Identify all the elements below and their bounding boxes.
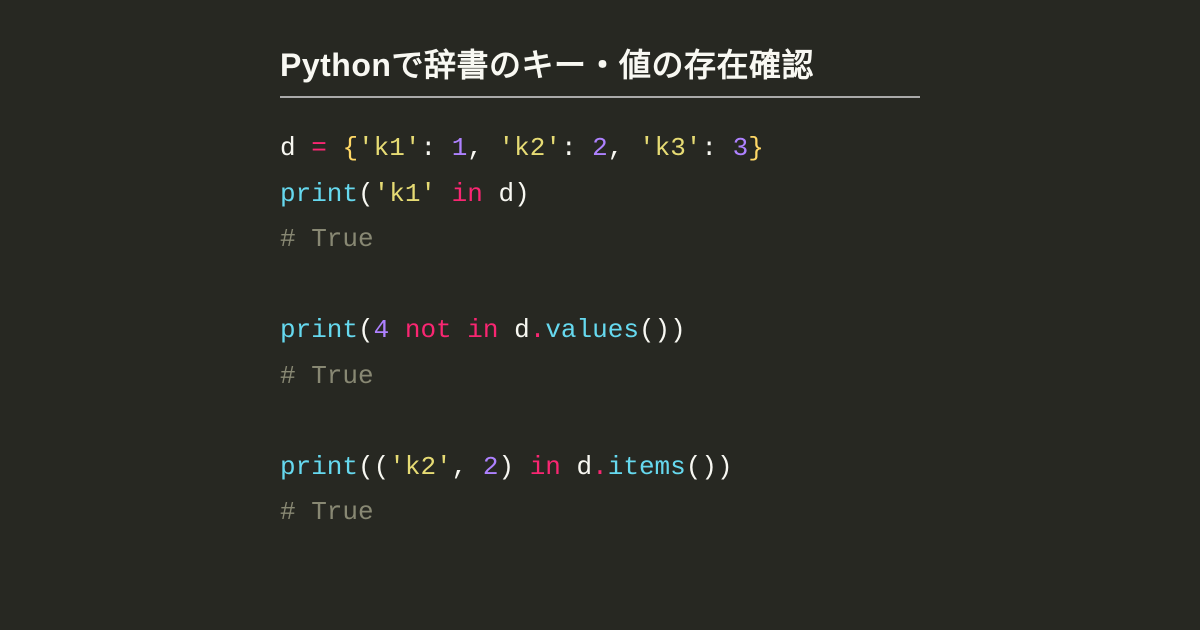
code-token: { (342, 133, 358, 163)
code-token: 'k3' (639, 133, 701, 163)
content-container: Pythonで辞書のキー・値の存在確認 d = {'k1': 1, 'k2': … (0, 0, 1200, 536)
code-token: 2 (483, 452, 499, 482)
code-token: ( (358, 179, 374, 209)
code-token: in (452, 179, 483, 209)
code-token: d) (483, 179, 530, 209)
code-token: 'k2' (389, 452, 451, 482)
code-token: ( (358, 315, 374, 345)
code-token: ) (498, 452, 529, 482)
code-token: d (561, 452, 592, 482)
code-token: ()) (686, 452, 733, 482)
code-token: d (498, 315, 529, 345)
code-token: : (420, 133, 451, 163)
code-token: 'k1' (374, 179, 436, 209)
code-token: , (452, 452, 483, 482)
code-token: values (545, 315, 639, 345)
code-token: ()) (639, 315, 686, 345)
code-token: , (608, 133, 639, 163)
code-token: # True (280, 224, 374, 254)
code-token: . (530, 315, 546, 345)
code-token: # True (280, 497, 374, 527)
code-token (436, 179, 452, 209)
code-token: d (280, 133, 311, 163)
code-token (389, 315, 405, 345)
code-token (452, 315, 468, 345)
code-token: 4 (374, 315, 390, 345)
code-token: 'k2' (499, 133, 561, 163)
code-token (327, 133, 343, 163)
page-title: Pythonで辞書のキー・値の存在確認 (280, 40, 920, 98)
code-token: print (280, 315, 358, 345)
code-token: , (467, 133, 498, 163)
code-token: # True (280, 361, 374, 391)
code-token: print (280, 179, 358, 209)
code-token: 2 (592, 133, 608, 163)
code-token: } (748, 133, 764, 163)
code-token: 'k1' (358, 133, 420, 163)
code-token: = (311, 133, 327, 163)
code-token: : (561, 133, 592, 163)
code-token: items (608, 452, 686, 482)
code-token: in (530, 452, 561, 482)
code-token: (( (358, 452, 389, 482)
code-token: print (280, 452, 358, 482)
code-token: in (467, 315, 498, 345)
code-block: d = {'k1': 1, 'k2': 2, 'k3': 3} print('k… (280, 126, 920, 536)
code-token: not (405, 315, 452, 345)
code-token: 1 (452, 133, 468, 163)
code-token: 3 (733, 133, 749, 163)
code-token: . (592, 452, 608, 482)
code-token: : (701, 133, 732, 163)
